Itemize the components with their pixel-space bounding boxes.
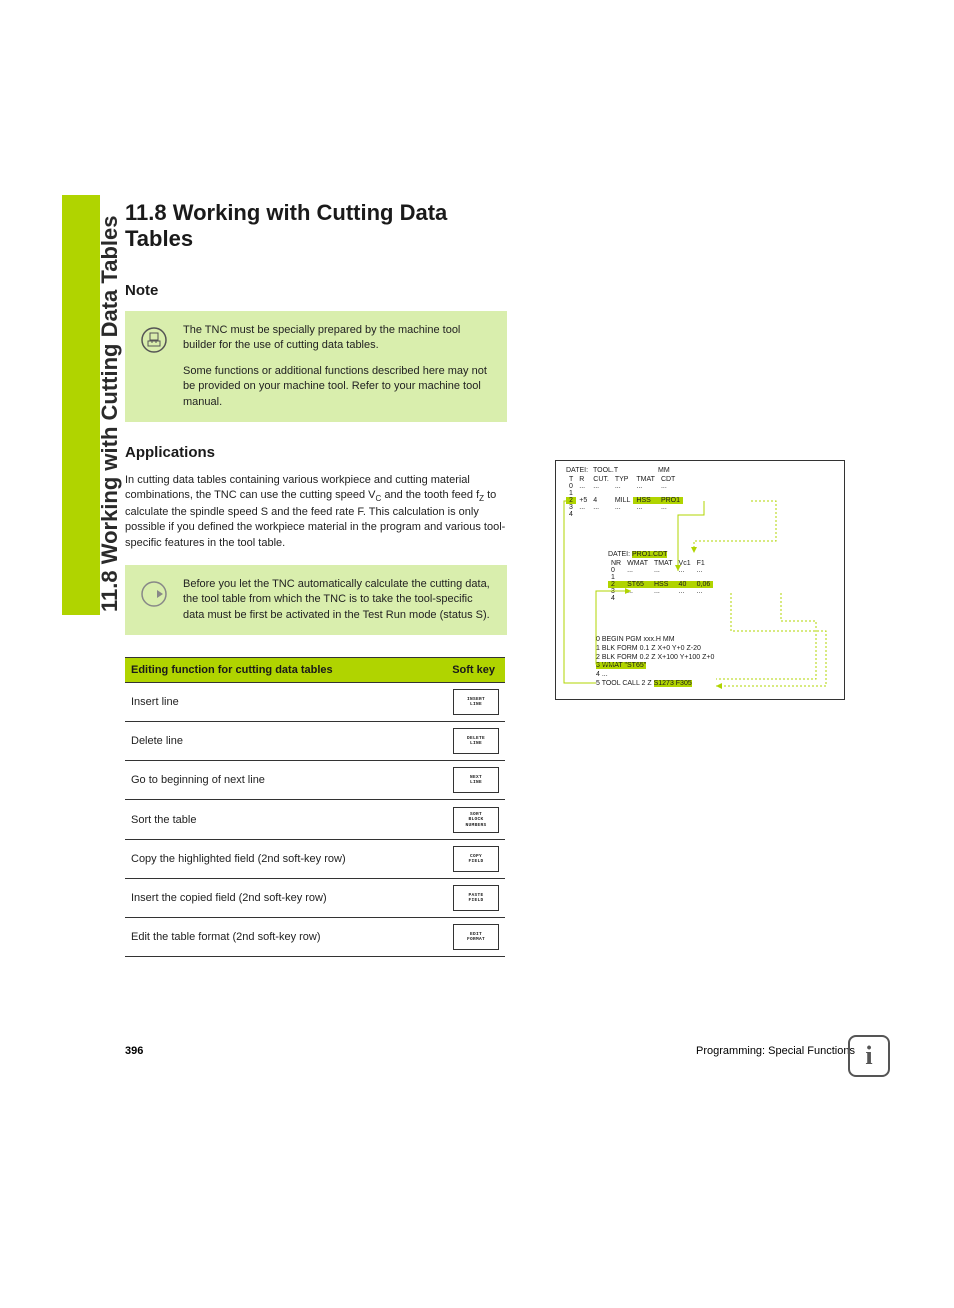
table-row-key: COPYFIELD	[429, 840, 505, 879]
code-l4: 4 ...	[596, 671, 714, 680]
side-tab-bg	[62, 195, 100, 615]
table-row-func: Go to beginning of next line	[125, 761, 429, 800]
table-head-key: Soft key	[429, 658, 505, 683]
table-row-func: Edit the table format (2nd soft-key row)	[125, 918, 429, 957]
code-l3: 3 WMAT "ST65"	[596, 662, 646, 669]
table-row-func: Sort the table	[125, 800, 429, 840]
table-row-key: PASTEFIELD	[429, 879, 505, 918]
softkey-next-line[interactable]: NEXTLINE	[453, 767, 499, 793]
code-l5b: S1273 F305	[654, 680, 692, 687]
code-l0: 0 BEGIN PGM xxx.H MM	[596, 636, 714, 645]
d-t2-title-0: DATEI:	[608, 551, 630, 558]
softkey-sort-block-numbers[interactable]: SORTBLOCKNUMBERS	[453, 807, 499, 833]
table-row-key: INSERTLINE	[429, 683, 505, 722]
d-t1-title-1: TOOL.T	[593, 467, 618, 474]
page-footer: 396 Programming: Special Functions	[125, 1045, 855, 1057]
softkey-paste-field[interactable]: PASTEFIELD	[453, 885, 499, 911]
softkey-edit-format[interactable]: EDITFORMAT	[453, 924, 499, 950]
chapter-label: Programming: Special Functions	[696, 1045, 855, 1057]
table-head-func: Editing function for cutting data tables	[125, 658, 429, 683]
table-row-key: NEXTLINE	[429, 761, 505, 800]
code-l2: 2 BLK FORM 0.2 Z X+100 Y+100 Z+0	[596, 654, 714, 663]
data-flow-diagram: DATEI: TOOL.T MM TRCUT.TYPTMATCDT0......…	[555, 460, 845, 700]
code-l1: 1 BLK FORM 0.1 Z X+0 Y+0 Z-20	[596, 645, 714, 654]
code-l5a: 5 TOOL CALL 2 Z	[596, 680, 654, 687]
note-box-machine: The TNC must be specially prepared by th…	[125, 311, 507, 422]
d-t1-title-0: DATEI:	[566, 467, 588, 474]
page-title: 11.8 Working with Cutting Data Tables	[125, 200, 515, 252]
tip-text: Before you let the TNC automatically cal…	[183, 577, 493, 623]
page-number: 396	[125, 1045, 143, 1057]
side-tab-label: 11.8 Working with Cutting Data Tables	[97, 216, 123, 612]
table-row-func: Insert line	[125, 683, 429, 722]
note-p2: Some functions or additional functions d…	[183, 364, 493, 410]
softkey-copy-field[interactable]: COPYFIELD	[453, 846, 499, 872]
editing-table: Editing function for cutting data tables…	[125, 657, 505, 957]
table-row-key: EDITFORMAT	[429, 918, 505, 957]
table-row-key: SORTBLOCKNUMBERS	[429, 800, 505, 840]
machine-icon	[139, 323, 169, 410]
softkey-delete-line[interactable]: DELETELINE	[453, 728, 499, 754]
softkey-insert-line[interactable]: INSERTLINE	[453, 689, 499, 715]
table-row-key: DELETELINE	[429, 722, 505, 761]
table-row-func: Delete line	[125, 722, 429, 761]
note-p1: The TNC must be specially prepared by th…	[183, 323, 493, 354]
table-row-func: Insert the copied field (2nd soft-key ro…	[125, 879, 429, 918]
apps-body: In cutting data tables containing variou…	[125, 473, 520, 551]
d-t2-title-1: PRO1.CDT	[632, 551, 667, 558]
d-t1-title-2: MM	[658, 467, 670, 474]
apps-heading: Applications	[125, 444, 855, 461]
arrow-icon	[139, 577, 169, 623]
note-heading: Note	[125, 282, 855, 299]
table-row-func: Copy the highlighted field (2nd soft-key…	[125, 840, 429, 879]
tip-box: Before you let the TNC automatically cal…	[125, 565, 507, 635]
info-icon: i	[848, 1035, 890, 1077]
